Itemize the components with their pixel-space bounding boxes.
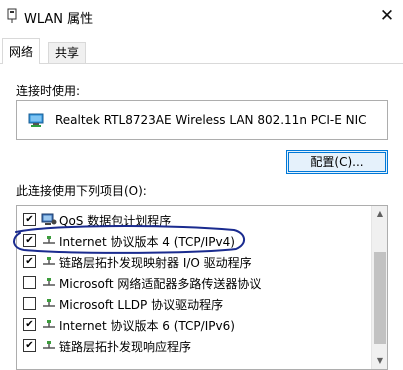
adapter-display: Realtek RTL8723AE Wireless LAN 802.11n P…	[16, 100, 388, 140]
protocol-icon	[43, 257, 55, 265]
items-list[interactable]: QoS 数据包计划程序 Internet 协议版本 4 (TCP/IPv4) 链…	[16, 205, 388, 370]
title-bar: WLAN 属性 ✕	[0, 0, 403, 34]
close-button[interactable]: ✕	[377, 6, 397, 26]
window-title: WLAN 属性	[24, 12, 94, 27]
list-item[interactable]: 链路层拓扑发现响应程序	[17, 335, 367, 356]
list-item[interactable]: Microsoft 网络适配器多路传送器协议	[17, 272, 367, 293]
list-item[interactable]: Internet 协议版本 4 (TCP/IPv4)	[17, 230, 367, 251]
adapter-name: Realtek RTL8723AE Wireless LAN 802.11n P…	[55, 113, 367, 127]
list-item[interactable]: Internet 协议版本 6 (TCP/IPv6)	[17, 314, 367, 335]
list-item[interactable]: 链路层拓扑发现映射器 I/O 驱动程序	[17, 251, 367, 272]
scroll-up-arrow-icon[interactable]: ▲	[372, 209, 387, 219]
scroll-down-arrow-icon[interactable]: ▼	[372, 356, 387, 366]
network-properties-icon	[7, 8, 17, 23]
protocol-icon	[43, 341, 55, 349]
scroll-thumb[interactable]	[374, 252, 386, 344]
item-checkbox[interactable]	[23, 297, 36, 310]
protocol-icon	[43, 278, 55, 286]
configure-button[interactable]: 配置(C)...	[286, 150, 388, 174]
tab-network[interactable]: 网络	[2, 38, 41, 64]
vertical-scrollbar[interactable]: ▲ ▼	[371, 206, 387, 369]
network-adapter-icon	[28, 113, 44, 127]
item-label: 链路层拓扑发现映射器 I/O 驱动程序	[59, 256, 252, 270]
item-checkbox[interactable]	[23, 339, 36, 352]
tab-bar: 网络 共享	[0, 38, 403, 64]
item-label: Internet 协议版本 4 (TCP/IPv4)	[59, 235, 235, 249]
item-checkbox[interactable]	[23, 276, 36, 289]
item-label: Internet 协议版本 6 (TCP/IPv6)	[59, 319, 235, 333]
list-item[interactable]: Microsoft LLDP 协议驱动程序	[17, 293, 367, 314]
connect-using-label: 连接时使用:	[16, 84, 81, 98]
tab-sharing[interactable]: 共享	[48, 42, 87, 64]
items-label: 此连接使用下列项目(O):	[16, 184, 147, 198]
protocol-icon	[43, 299, 55, 307]
item-checkbox[interactable]	[23, 318, 36, 331]
item-label: 链路层拓扑发现响应程序	[59, 340, 192, 354]
item-label: QoS 数据包计划程序	[59, 214, 172, 228]
protocol-icon	[43, 236, 55, 244]
item-checkbox[interactable]	[23, 234, 36, 247]
item-checkbox[interactable]	[23, 255, 36, 268]
item-label: Microsoft LLDP 协议驱动程序	[59, 298, 224, 312]
qos-scheduler-icon	[41, 213, 57, 225]
item-label: Microsoft 网络适配器多路传送器协议	[59, 277, 262, 291]
list-item[interactable]: QoS 数据包计划程序	[17, 209, 367, 230]
protocol-icon	[43, 320, 55, 328]
item-checkbox[interactable]	[23, 213, 36, 226]
